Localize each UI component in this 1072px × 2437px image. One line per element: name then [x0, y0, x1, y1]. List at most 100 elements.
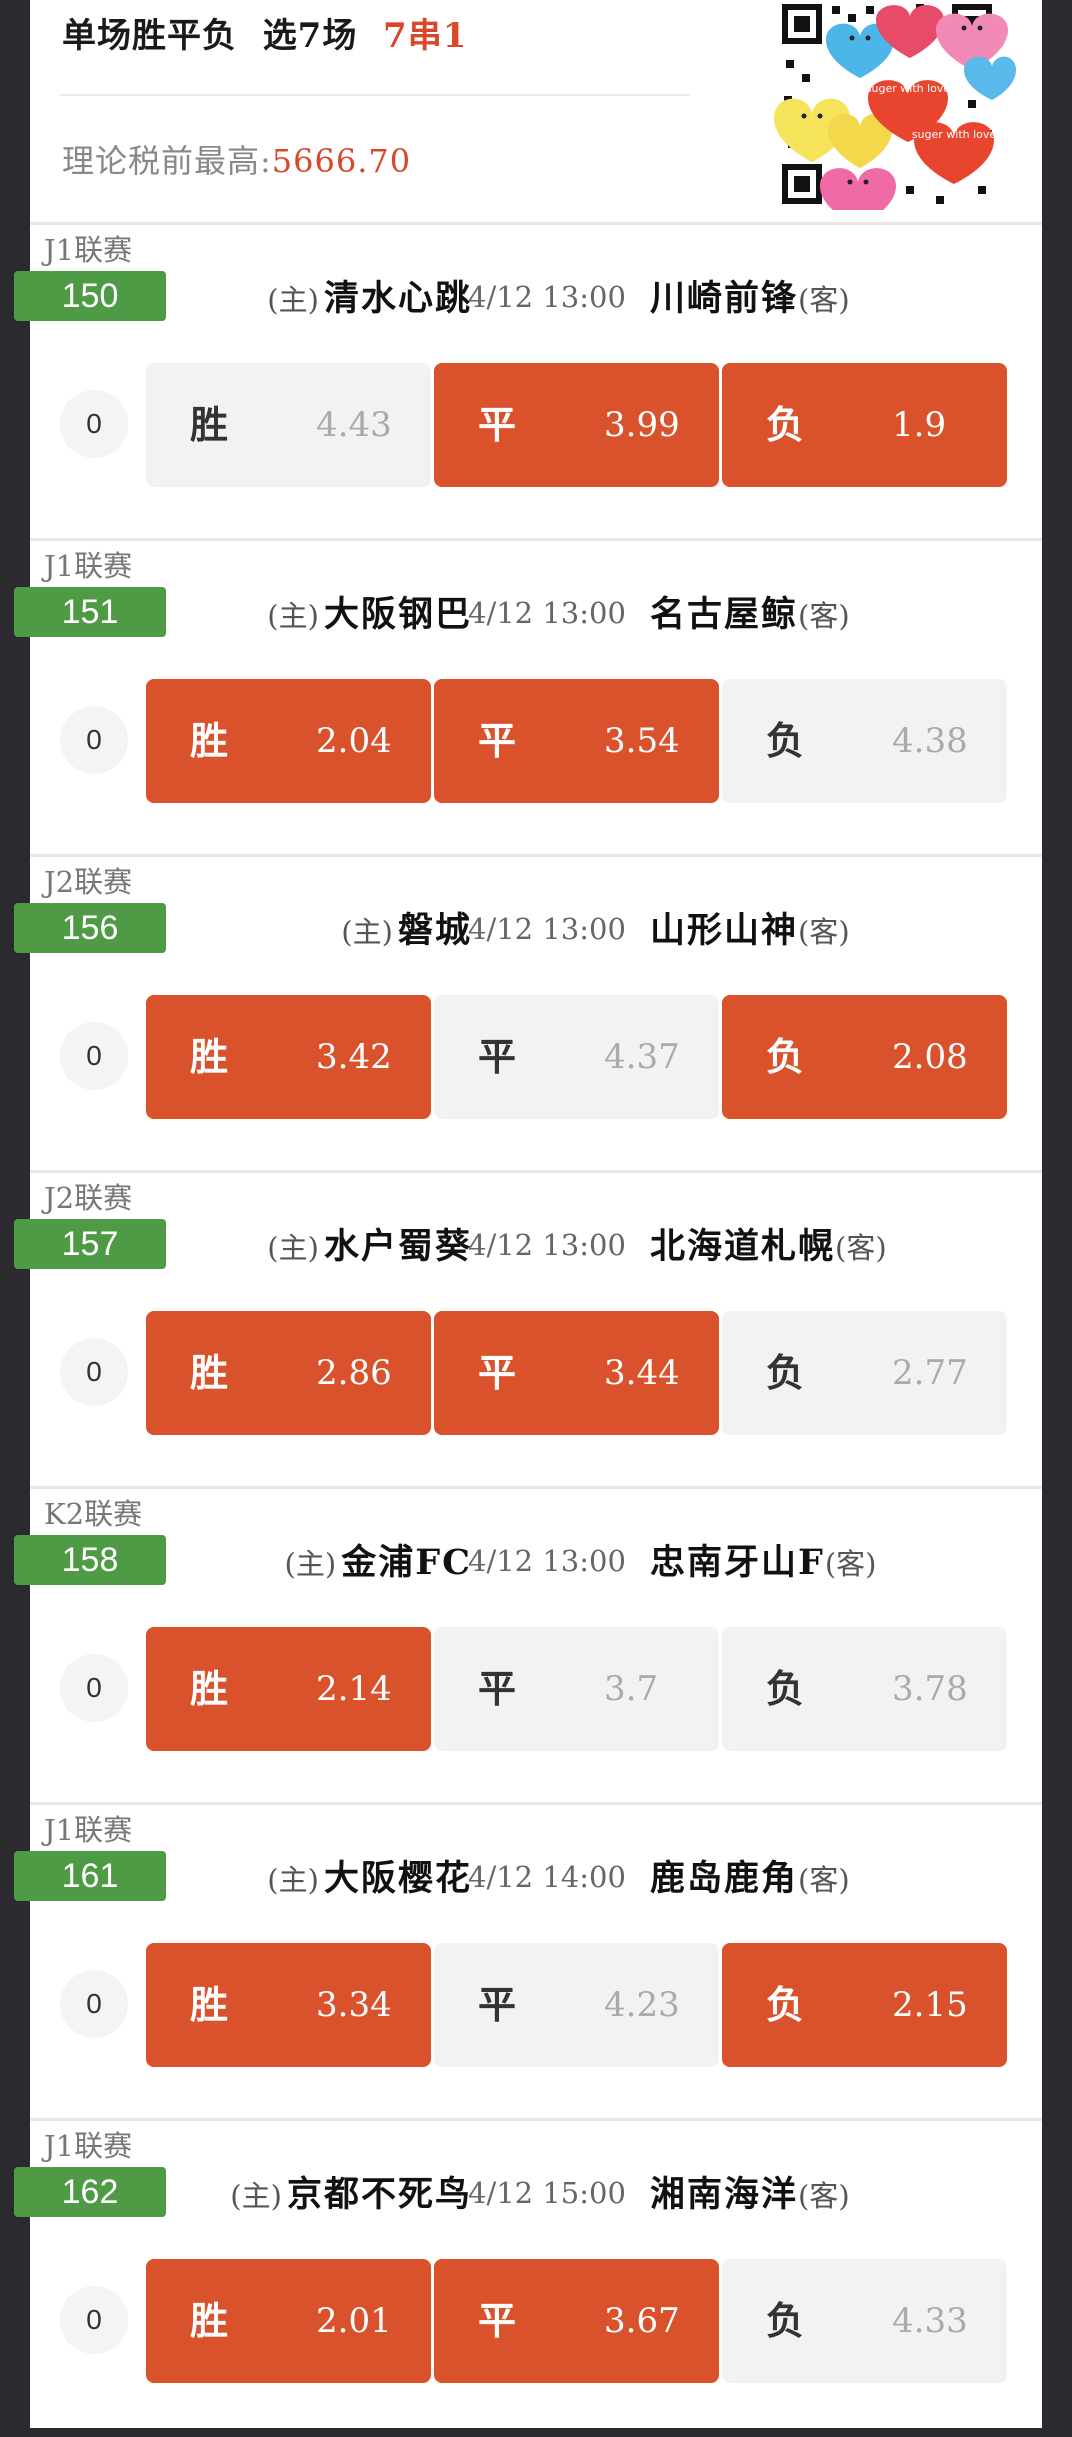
home-team-name: 水户蜀葵	[323, 1226, 472, 1267]
odds-option-draw[interactable]: 平 3.54	[434, 679, 719, 803]
match-number-badge: 162	[14, 2167, 166, 2217]
home-tag: (主)	[267, 599, 319, 633]
multiplier-button[interactable]: 0	[60, 1022, 128, 1090]
away-tag: (客)	[798, 915, 850, 949]
home-tag: (主)	[284, 1547, 337, 1581]
match-time: 4/12 15:00	[468, 2176, 626, 2210]
option-label: 平	[478, 402, 517, 447]
home-team: (主) 磐城	[341, 903, 472, 965]
option-odds: 4.23	[604, 1985, 680, 2025]
option-odds: 4.37	[604, 1037, 680, 1077]
odds-option-lose[interactable]: 负 3.78	[722, 1627, 1007, 1751]
option-label: 胜	[190, 402, 229, 447]
odds-option-lose[interactable]: 负 4.38	[722, 679, 1007, 803]
odds-option-lose[interactable]: 负 4.33	[722, 2259, 1007, 2383]
home-team-name: 磐城	[397, 910, 472, 951]
multiplier-button[interactable]: 0	[60, 706, 128, 774]
option-odds: 3.99	[604, 405, 680, 445]
title-play-type: 单场胜平负	[62, 16, 237, 56]
odds-option-draw[interactable]: 平 3.67	[434, 2259, 719, 2383]
league-name: J1联赛	[44, 233, 133, 267]
match-card: J1联赛 (主) 大阪樱花 4/12 14:00 鹿岛鹿角(客) 161 0 胜 …	[14, 1805, 1042, 2121]
odds-option-draw[interactable]: 平 3.99	[434, 363, 719, 487]
option-label: 平	[478, 1350, 517, 1395]
odds-option-win[interactable]: 胜 2.86	[146, 1311, 431, 1435]
odds-option-win[interactable]: 胜 3.42	[146, 995, 431, 1119]
option-label: 平	[478, 2298, 517, 2343]
odds-option-lose[interactable]: 负 2.77	[722, 1311, 1007, 1435]
option-label: 平	[478, 1982, 517, 2027]
max-payout: 理论税前最高:5666.70	[62, 136, 411, 182]
odds-option-win[interactable]: 胜 3.34	[146, 1943, 431, 2067]
away-team: 山形山神(客)	[650, 903, 850, 965]
header-divider	[60, 94, 690, 96]
option-label: 胜	[190, 1666, 229, 1711]
option-odds: 2.04	[316, 721, 392, 761]
odds-option-draw[interactable]: 平 3.7	[434, 1627, 719, 1751]
match-number-badge: 151	[14, 587, 166, 637]
odds-option-win[interactable]: 胜 2.14	[146, 1627, 431, 1751]
home-team-name: 京都不死鸟	[286, 2174, 472, 2215]
option-odds: 2.15	[892, 1985, 968, 2025]
multiplier-button[interactable]: 0	[60, 390, 128, 458]
odds-option-lose[interactable]: 负 2.15	[722, 1943, 1007, 2067]
option-label: 平	[478, 1666, 517, 1711]
option-odds: 4.33	[892, 2301, 968, 2341]
multiplier-button[interactable]: 0	[60, 1338, 128, 1406]
odds-option-win[interactable]: 胜 4.43	[146, 363, 431, 487]
option-odds: 3.67	[604, 2301, 680, 2341]
odds-option-win[interactable]: 胜 2.01	[146, 2259, 431, 2383]
home-tag: (主)	[267, 1863, 319, 1897]
away-tag: (客)	[798, 2179, 850, 2213]
title-selected-count: 选7场	[262, 16, 358, 56]
slip-header: 单场胜平负 选7场 7串1 理论税前最高:5666.70 suger with …	[30, 0, 1042, 222]
home-team: (主) 大阪钢巴	[267, 587, 472, 649]
away-team-name: 山形山神	[650, 910, 799, 951]
match-card: J1联赛 (主) 京都不死鸟 4/12 15:00 湘南海洋(客) 162 0 胜…	[14, 2121, 1042, 2437]
option-label: 胜	[190, 2298, 229, 2343]
odds-option-draw[interactable]: 平 4.23	[434, 1943, 719, 2067]
multiplier-button[interactable]: 0	[60, 1654, 128, 1722]
match-time: 4/12 13:00	[468, 1544, 626, 1578]
option-odds: 4.43	[316, 405, 392, 445]
option-odds: 2.86	[316, 1353, 392, 1393]
match-teams: (主) 大阪樱花 4/12 14:00 鹿岛鹿角(客)	[30, 1851, 1042, 1907]
match-number-badge: 150	[14, 271, 166, 321]
option-label: 胜	[190, 1034, 229, 1079]
option-odds: 4.38	[892, 721, 968, 761]
away-team: 川崎前锋(客)	[650, 271, 850, 333]
away-team-name: 名古屋鲸	[650, 594, 799, 635]
odds-option-draw[interactable]: 平 4.37	[434, 995, 719, 1119]
away-team-name: 鹿岛鹿角	[650, 1858, 799, 1899]
option-odds: 2.01	[316, 2301, 392, 2341]
away-tag: (客)	[798, 283, 850, 317]
sticker-text: suger with love	[866, 82, 951, 95]
option-odds: 2.77	[892, 1353, 968, 1393]
multiplier-button[interactable]: 0	[60, 2286, 128, 2354]
bet-slip-sheet: 单场胜平负 选7场 7串1 理论税前最高:5666.70 suger with …	[14, 0, 1042, 2428]
away-tag: (客)	[798, 1863, 850, 1897]
multiplier-button[interactable]: 0	[60, 1970, 128, 2038]
odds-option-win[interactable]: 胜 2.04	[146, 679, 431, 803]
match-card: J1联赛 (主) 大阪钢巴 4/12 13:00 名古屋鲸(客) 151 0 胜 …	[14, 541, 1042, 857]
home-tag: (主)	[267, 283, 319, 317]
home-team: (主) 京都不死鸟	[230, 2167, 472, 2229]
option-label: 平	[478, 718, 517, 763]
match-teams: (主) 清水心跳 4/12 13:00 川崎前锋(客)	[30, 271, 1042, 327]
match-time: 4/12 13:00	[468, 1228, 626, 1262]
odds-option-lose[interactable]: 负 2.08	[722, 995, 1007, 1119]
sticker-text-2: suger with love	[912, 128, 997, 141]
league-name: J2联赛	[44, 865, 133, 899]
odds-option-draw[interactable]: 平 3.44	[434, 1311, 719, 1435]
league-name: J1联赛	[44, 549, 133, 583]
match-time: 4/12 13:00	[468, 280, 626, 314]
away-tag: (客)	[824, 1547, 877, 1581]
away-tag: (客)	[798, 599, 850, 633]
match-teams: (主) 水户蜀葵 4/12 13:00 北海道札幌(客)	[30, 1219, 1042, 1275]
odds-option-lose[interactable]: 负 1.9	[722, 363, 1007, 487]
match-card: J1联赛 (主) 清水心跳 4/12 13:00 川崎前锋(客) 150 0 胜 …	[14, 225, 1042, 541]
match-number-badge: 158	[14, 1535, 166, 1585]
away-team: 北海道札幌(客)	[650, 1219, 887, 1281]
home-tag: (主)	[341, 915, 393, 949]
option-label: 负	[766, 1034, 805, 1079]
